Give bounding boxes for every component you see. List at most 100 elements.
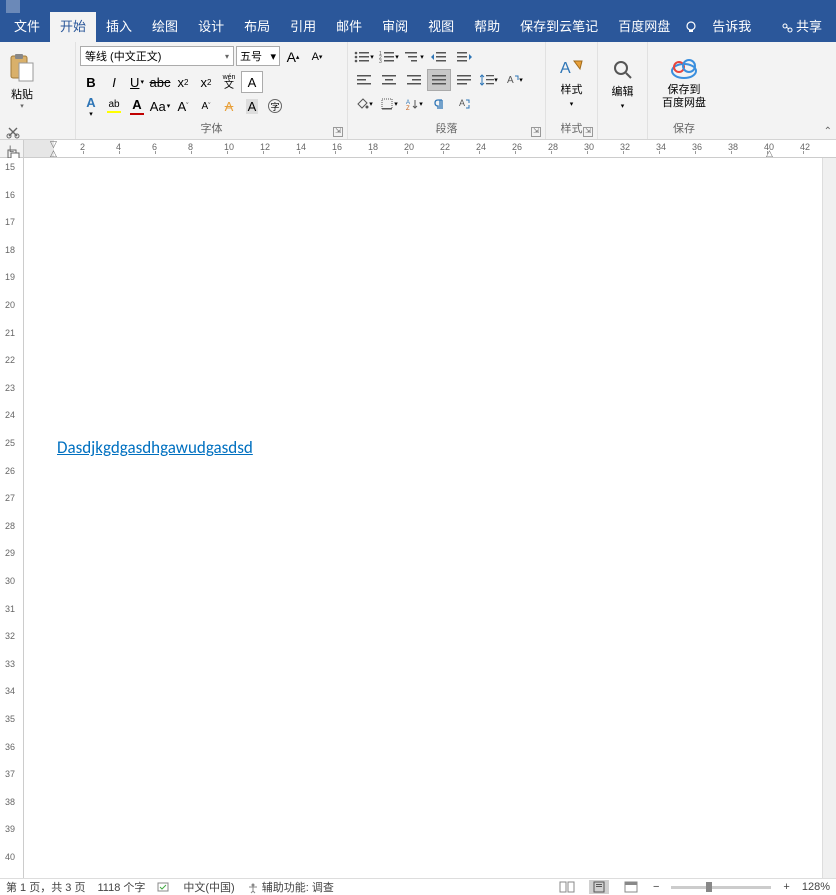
tab-review[interactable]: 审阅 bbox=[372, 12, 418, 42]
multilevel-icon bbox=[404, 50, 420, 64]
asian-icon: A bbox=[505, 73, 519, 87]
page-count-status[interactable]: 第 1 页，共 3 页 bbox=[6, 879, 85, 895]
save-line2: 百度网盘 bbox=[662, 97, 706, 109]
tab-design[interactable]: 设计 bbox=[188, 12, 234, 42]
pinyin-guide-button[interactable]: wén文 bbox=[218, 71, 240, 93]
document-hyperlink[interactable]: Dasdjkgdgasdhgawudgasdsd bbox=[57, 437, 253, 458]
numbering-button[interactable]: 123▾ bbox=[377, 46, 401, 68]
justify-icon bbox=[432, 74, 446, 86]
tab-view[interactable]: 视图 bbox=[418, 12, 464, 42]
snap-to-grid-button[interactable]: A bbox=[452, 93, 476, 115]
underline-button[interactable]: U▾ bbox=[126, 71, 148, 93]
show-marks-button[interactable] bbox=[427, 93, 451, 115]
change-case-button[interactable]: Aa▾ bbox=[149, 95, 171, 117]
font-group-label: 字体 bbox=[201, 123, 223, 135]
align-center-icon bbox=[382, 74, 396, 86]
svg-text:A: A bbox=[560, 60, 571, 77]
clear-formatting-button[interactable]: A bbox=[218, 95, 240, 117]
paste-button[interactable]: 粘贴 ▾ bbox=[2, 44, 42, 118]
zoom-level[interactable]: 128% bbox=[802, 881, 830, 893]
distribute-button[interactable] bbox=[452, 69, 476, 91]
align-left-button[interactable] bbox=[352, 69, 376, 91]
font-name-combo[interactable]: 等线 (中文正文)▾ bbox=[80, 46, 234, 66]
enclose-chars-button[interactable]: 字 bbox=[264, 95, 286, 117]
styles-button[interactable]: A 样式▾ bbox=[548, 44, 596, 118]
font-dialog-launcher[interactable]: ⇲ bbox=[333, 127, 343, 137]
collapse-ribbon-button[interactable]: ⌃ bbox=[824, 126, 832, 137]
tab-file[interactable]: 文件 bbox=[4, 12, 50, 42]
group-editing: 编辑▾ bbox=[598, 42, 648, 139]
tab-mailings[interactable]: 邮件 bbox=[326, 12, 372, 42]
italic-button[interactable]: I bbox=[103, 71, 125, 93]
zoom-slider[interactable] bbox=[671, 886, 771, 889]
tab-help[interactable]: 帮助 bbox=[464, 12, 510, 42]
sort-button[interactable]: AZ▾ bbox=[402, 93, 426, 115]
bullets-button[interactable]: ▾ bbox=[352, 46, 376, 68]
vertical-scrollbar[interactable] bbox=[822, 158, 836, 878]
borders-button[interactable]: ▾ bbox=[377, 93, 401, 115]
word-count-status[interactable]: 1118 个字 bbox=[97, 879, 145, 895]
grow-font-button[interactable]: A▴ bbox=[282, 46, 304, 68]
tab-insert[interactable]: 插入 bbox=[96, 12, 142, 42]
tab-layout[interactable]: 布局 bbox=[234, 12, 280, 42]
tab-home[interactable]: 开始 bbox=[50, 12, 96, 42]
align-right-button[interactable] bbox=[402, 69, 426, 91]
align-center-button[interactable] bbox=[377, 69, 401, 91]
horizontal-ruler[interactable]: 24681012141618202224262830323436384042 ▽… bbox=[24, 140, 836, 157]
increase-indent-button[interactable] bbox=[452, 46, 476, 68]
title-bar bbox=[0, 0, 836, 12]
web-layout-button[interactable] bbox=[621, 880, 641, 894]
print-layout-button[interactable] bbox=[589, 880, 609, 894]
paragraph-dialog-launcher[interactable]: ⇲ bbox=[531, 127, 541, 137]
superscript-button[interactable]: x2 bbox=[195, 71, 217, 93]
tab-cloud-notes[interactable]: 保存到云笔记 bbox=[510, 12, 608, 42]
subscript-button[interactable]: x2 bbox=[172, 71, 194, 93]
pilcrow-icon bbox=[432, 97, 446, 111]
pinyin-bottom: 文 bbox=[224, 82, 234, 90]
bold-button[interactable]: B bbox=[80, 71, 102, 93]
hanging-indent-marker[interactable]: △ bbox=[50, 148, 57, 157]
char-border-button[interactable]: A bbox=[241, 71, 263, 93]
right-indent-marker[interactable]: △ bbox=[766, 148, 773, 157]
char-shading-button[interactable]: A bbox=[241, 95, 263, 117]
page-canvas[interactable]: Dasdjkgdgasdhgawudgasdsd bbox=[24, 158, 836, 878]
tab-draw[interactable]: 绘图 bbox=[142, 12, 188, 42]
zoom-in-button[interactable]: + bbox=[783, 881, 789, 893]
strikethrough-button[interactable]: abc bbox=[149, 71, 171, 93]
share-button[interactable]: 共享 bbox=[771, 12, 832, 42]
tab-references[interactable]: 引用 bbox=[280, 12, 326, 42]
underline-label: U bbox=[130, 75, 139, 90]
font-size-combo[interactable]: 五号▾ bbox=[236, 46, 280, 66]
vertical-ruler[interactable]: 1516171819202122232425262728293031323334… bbox=[0, 158, 24, 878]
tab-tell-me[interactable]: 告诉我 bbox=[702, 12, 761, 42]
char-scale-button[interactable]: Aˇ bbox=[172, 95, 194, 117]
highlight-button[interactable]: ab bbox=[103, 95, 125, 117]
group-font: 等线 (中文正文)▾ 五号▾ A▴ A▾ B I U▾ abc x2 x2 wé… bbox=[76, 42, 348, 139]
accessibility-status[interactable]: 辅助功能: 调查 bbox=[247, 879, 334, 895]
tab-baidu[interactable]: 百度网盘 bbox=[608, 12, 680, 42]
styles-dialog-launcher[interactable]: ⇲ bbox=[583, 127, 593, 137]
paragraph-group-label: 段落 bbox=[436, 123, 458, 135]
shading-button[interactable]: ▾ bbox=[352, 93, 376, 115]
font-color-button[interactable]: A bbox=[126, 95, 148, 117]
decrease-indent-button[interactable] bbox=[427, 46, 451, 68]
share-icon bbox=[781, 22, 793, 34]
asian-layout-button[interactable]: A▾ bbox=[502, 69, 526, 91]
editing-button[interactable]: 编辑▾ bbox=[599, 46, 647, 120]
text-effects-button[interactable]: A▾ bbox=[80, 95, 102, 117]
enclose-label: 字 bbox=[268, 99, 282, 113]
line-spacing-button[interactable]: ▾ bbox=[477, 69, 501, 91]
multilevel-list-button[interactable]: ▾ bbox=[402, 46, 426, 68]
save-to-baidu-button[interactable]: 保存到百度网盘 bbox=[651, 44, 717, 118]
shrink-font-button[interactable]: A▾ bbox=[306, 46, 328, 68]
cut-button[interactable] bbox=[4, 123, 22, 141]
read-mode-button[interactable] bbox=[557, 880, 577, 894]
justify-button[interactable] bbox=[427, 69, 451, 91]
zoom-out-button[interactable]: − bbox=[653, 881, 659, 893]
char-shrink-button[interactable]: Aˇ bbox=[195, 95, 217, 117]
italic-label: I bbox=[112, 75, 116, 90]
document-area: 1516171819202122232425262728293031323334… bbox=[0, 158, 836, 878]
language-status[interactable]: 中文(中国) bbox=[183, 879, 234, 895]
indent-icon bbox=[456, 50, 472, 64]
spellcheck-icon[interactable] bbox=[157, 881, 171, 893]
